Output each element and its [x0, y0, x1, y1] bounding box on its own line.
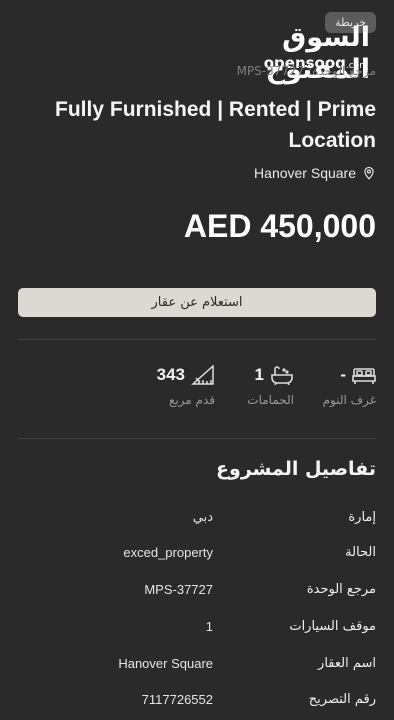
detail-key: مرجع الوحدة [306, 582, 376, 597]
bathrooms-label: الحمامات [247, 393, 294, 407]
reference-line: مرجع الوحدة: MPS-37727 [236, 64, 376, 78]
divider [18, 438, 376, 439]
detail-key: الحالة [345, 545, 376, 560]
stat-bathrooms: 1 الحمامات [247, 362, 294, 407]
listing-price: AED 450,000 [183, 208, 376, 244]
inquire-button[interactable]: استعلام عن عقار [18, 288, 376, 317]
detail-key: موقف السيارات [289, 619, 376, 634]
detail-row-status: الحالة exced_property [0, 545, 394, 569]
bathrooms-value: 1 [254, 365, 264, 384]
detail-row-parking: موقف السيارات 1 [0, 619, 394, 643]
detail-key: اسم العقار [318, 656, 376, 671]
detail-value: MPS-37727 [144, 582, 213, 597]
detail-key: رقم التصريح [308, 692, 376, 707]
bedrooms-label: غرف النوم [322, 393, 376, 407]
location-label: Hanover Square [254, 165, 356, 181]
detail-row-emirate: إمارة دبي [0, 510, 394, 534]
detail-value: Hanover Square [118, 656, 213, 671]
bathtub-icon [271, 366, 293, 385]
detail-row-unit-ref: مرجع الوحدة MPS-37727 [0, 582, 394, 606]
property-stats: - غرف النوم 1 الحمامات 343 قدم مربع [0, 362, 394, 412]
listing-location[interactable]: Hanover Square [254, 165, 376, 181]
bedrooms-value: - [340, 365, 346, 384]
area-icon [191, 365, 214, 385]
detail-value: 7117726552 [141, 692, 213, 707]
detail-value: دبي [192, 510, 213, 525]
detail-row-permit: رقم التصريح 7117726552 [0, 692, 394, 716]
project-details-title: تفاصيل المشروع [216, 458, 376, 480]
detail-value: exced_property [123, 545, 213, 560]
detail-key: إمارة [348, 510, 376, 525]
detail-row-property-name: اسم العقار Hanover Square [0, 656, 394, 680]
listing-title: Fully Furnished | Rented | Prime Locatio… [55, 98, 376, 152]
location-pin-icon [364, 166, 374, 180]
divider [18, 339, 376, 340]
bed-icon [352, 368, 376, 384]
area-label: قدم مربع [168, 393, 215, 407]
area-value: 343 [156, 365, 185, 384]
stat-bedrooms: - غرف النوم [323, 362, 376, 407]
stat-area: 343 قدم مربع [157, 362, 215, 407]
detail-value: 1 [205, 619, 213, 634]
